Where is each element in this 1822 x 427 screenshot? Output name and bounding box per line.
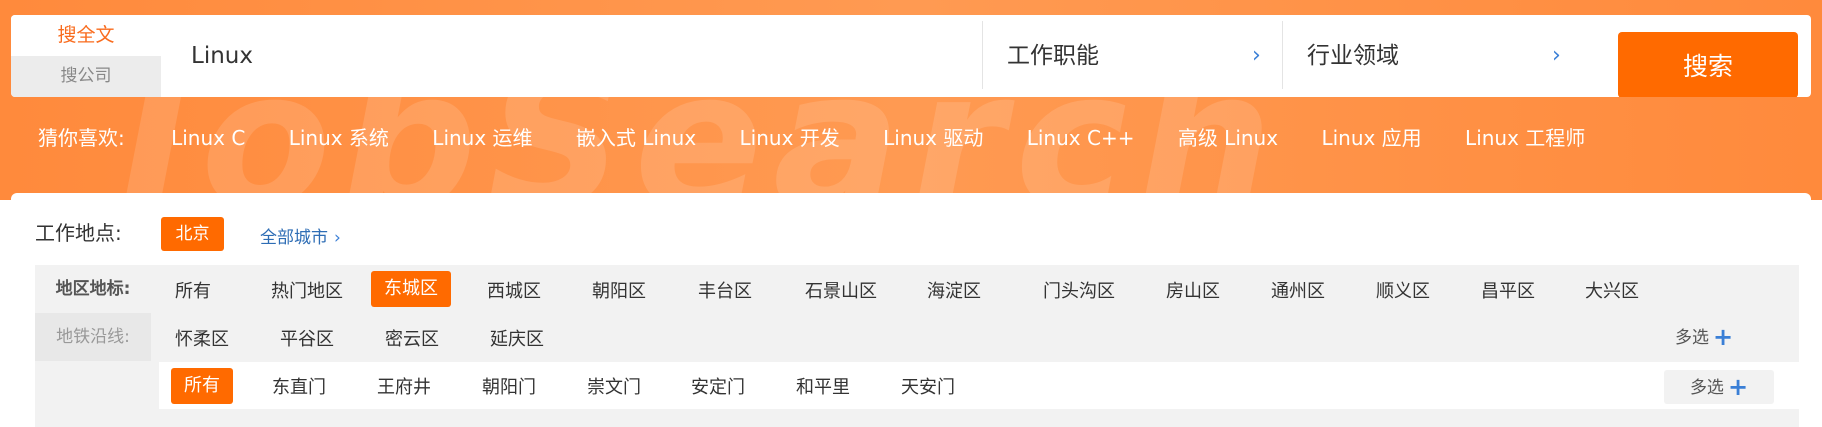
district-option[interactable]: 昌平区: [1481, 277, 1535, 303]
job-function-label: 工作职能: [1007, 43, 1099, 69]
district-option[interactable]: 房山区: [1166, 277, 1220, 303]
district-option[interactable]: 所有: [175, 277, 211, 303]
all-cities-link[interactable]: 全部城市 ›: [260, 223, 341, 248]
station-option[interactable]: 和平里: [796, 373, 850, 399]
chevron-right-icon: ›: [334, 228, 341, 248]
divider: [982, 21, 983, 89]
district-option[interactable]: 大兴区: [1585, 277, 1639, 303]
location-label: 工作地点:: [35, 221, 122, 245]
district-option[interactable]: 怀柔区: [175, 325, 229, 351]
station-option[interactable]: 天安门: [901, 373, 955, 399]
city-tag-selected[interactable]: 北京: [161, 217, 224, 251]
district-option[interactable]: 石景山区: [805, 277, 877, 303]
district-option[interactable]: 海淀区: [927, 277, 981, 303]
station-option[interactable]: 崇文门: [587, 373, 641, 399]
industry-dropdown[interactable]: 行业领域 ›: [1307, 15, 1577, 97]
suggested-keyword[interactable]: Linux 运维: [432, 118, 532, 158]
location-filter-panel: 工作地点: 北京 全部城市 › 地区地标: 地铁沿线: 所有 热门地区 东城区 西…: [11, 193, 1811, 427]
chevron-right-icon: ›: [1252, 43, 1261, 68]
district-option[interactable]: 密云区: [385, 325, 439, 351]
station-option[interactable]: 王府井: [377, 373, 431, 399]
job-function-dropdown[interactable]: 工作职能 ›: [1007, 15, 1277, 97]
multi-select-label: 多选: [1675, 328, 1709, 348]
suggested-label: 猜你喜欢:: [38, 126, 125, 150]
station-filter-row: 所有 东直门 王府井 朝阳门 崇文门 安定门 和平里 天安门 多选 +: [159, 362, 1799, 409]
suggested-keyword[interactable]: Linux C: [171, 118, 245, 158]
district-option[interactable]: 西城区: [487, 277, 541, 303]
suggested-keyword[interactable]: Linux C++: [1027, 118, 1135, 158]
district-option[interactable]: 平谷区: [280, 325, 334, 351]
district-option[interactable]: 顺义区: [1376, 277, 1430, 303]
district-option[interactable]: 门头沟区: [1043, 277, 1115, 303]
search-mode-tabs: 搜全文 搜公司: [11, 15, 161, 97]
tab-search-fulltext[interactable]: 搜全文: [11, 15, 161, 56]
district-option-selected[interactable]: 东城区: [371, 271, 451, 307]
tab-search-company[interactable]: 搜公司: [11, 56, 161, 97]
plus-icon: +: [1727, 373, 1749, 401]
station-multi-select-button[interactable]: 多选 +: [1664, 370, 1774, 404]
district-option[interactable]: 热门地区: [271, 277, 343, 303]
search-button[interactable]: 搜索: [1618, 32, 1798, 97]
suggested-keyword[interactable]: Linux 工程师: [1465, 118, 1585, 158]
suggested-keyword[interactable]: Linux 应用: [1321, 118, 1421, 158]
district-filter-block: 地区地标: 地铁沿线: 所有 热门地区 东城区 西城区 朝阳区 丰台区 石景山区…: [35, 265, 1799, 427]
station-option[interactable]: 朝阳门: [482, 373, 536, 399]
tab-area-landmark[interactable]: 地区地标:: [35, 265, 151, 313]
district-option[interactable]: 延庆区: [490, 325, 544, 351]
divider: [1282, 21, 1283, 89]
suggested-keyword[interactable]: Linux 开发: [740, 118, 840, 158]
multi-select-button[interactable]: 多选 +: [1675, 323, 1733, 351]
suggested-keywords: 猜你喜欢: Linux C Linux 系统 Linux 运维 嵌入式 Linu…: [38, 118, 1622, 158]
district-option[interactable]: 朝阳区: [592, 277, 646, 303]
station-option[interactable]: 安定门: [691, 373, 745, 399]
plus-icon: +: [1713, 323, 1734, 351]
multi-select-label: 多选: [1689, 378, 1724, 398]
industry-label: 行业领域: [1307, 43, 1399, 69]
station-option[interactable]: 东直门: [272, 373, 326, 399]
suggested-keyword[interactable]: 嵌入式 Linux: [576, 118, 696, 158]
suggested-keyword[interactable]: Linux 驱动: [883, 118, 983, 158]
station-option-selected[interactable]: 所有: [171, 368, 233, 404]
search-bar: 搜全文 搜公司 工作职能 › 行业领域 › 搜索: [11, 15, 1811, 97]
district-option[interactable]: 丰台区: [698, 277, 752, 303]
suggested-keyword[interactable]: 高级 Linux: [1178, 118, 1278, 158]
chevron-right-icon: ›: [1552, 43, 1561, 68]
tab-subway-line[interactable]: 地铁沿线:: [35, 313, 151, 361]
district-option[interactable]: 通州区: [1271, 277, 1325, 303]
search-input[interactable]: [189, 35, 973, 77]
suggested-keyword[interactable]: Linux 系统: [289, 118, 389, 158]
all-cities-label: 全部城市: [260, 228, 328, 248]
